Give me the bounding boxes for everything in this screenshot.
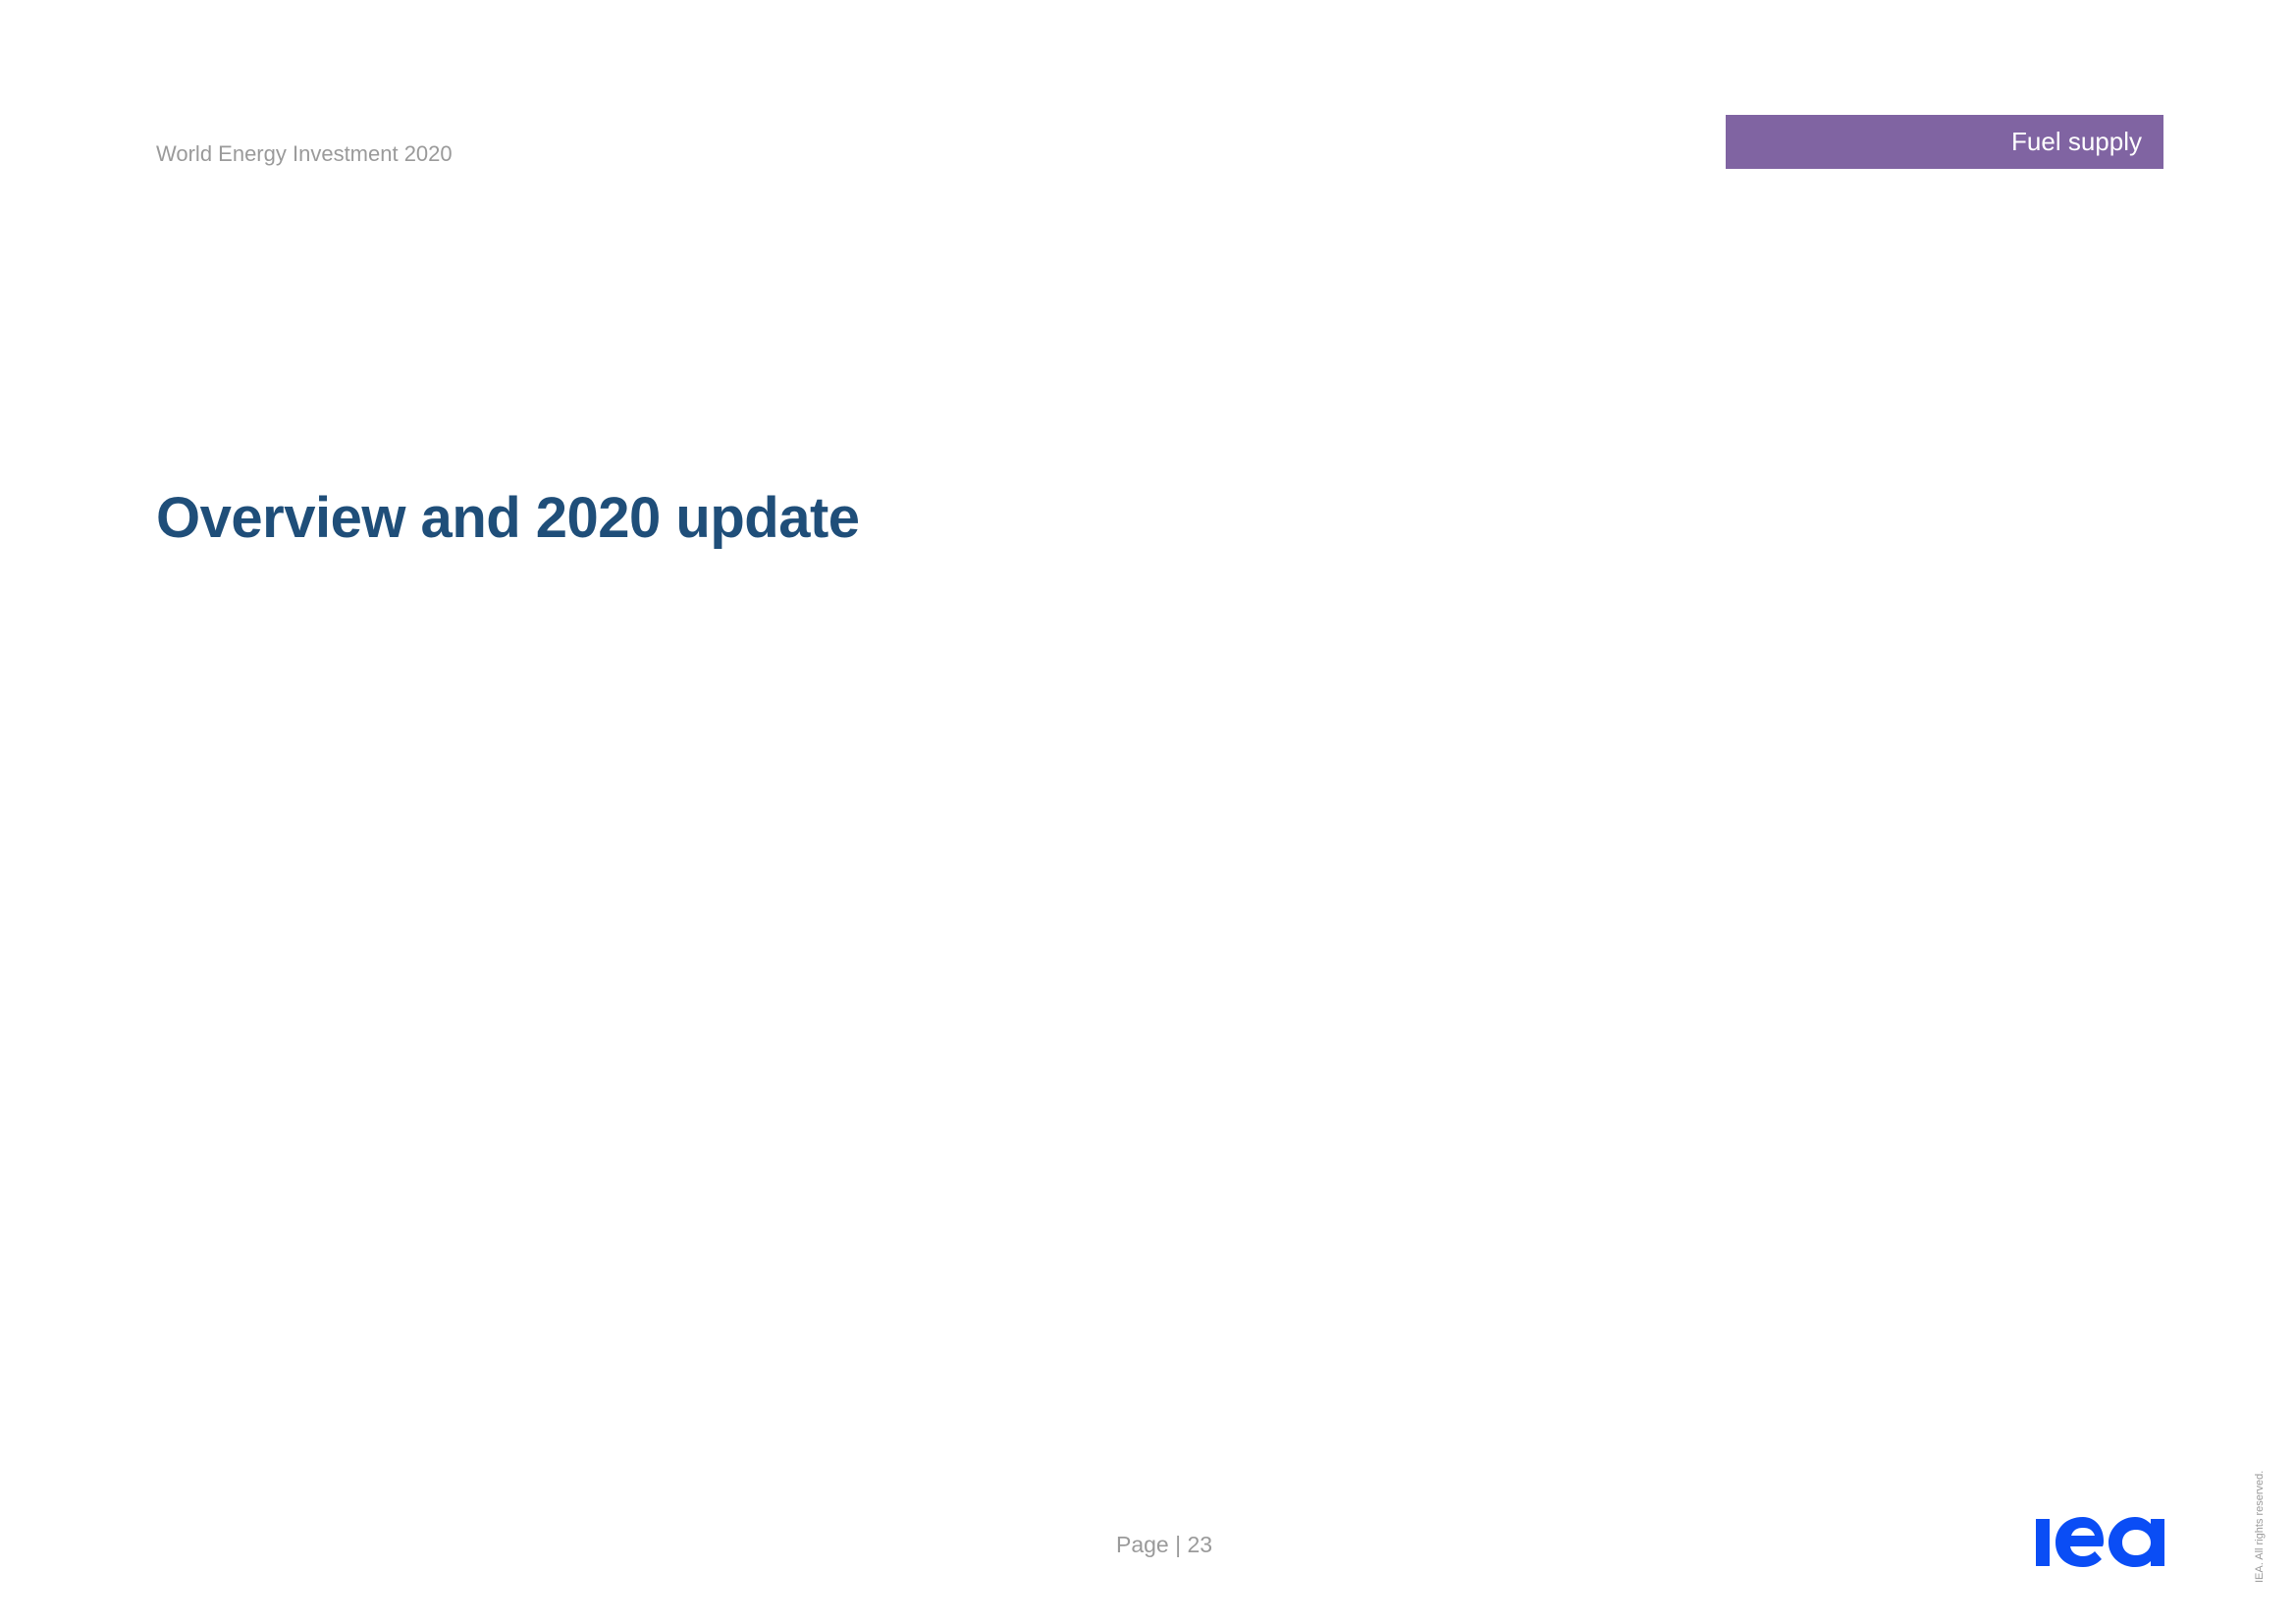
page-number: Page | 23 xyxy=(1116,1532,1213,1557)
iea-logo-icon xyxy=(2036,1517,2164,1567)
section-tab-label: Fuel supply xyxy=(2011,127,2142,156)
report-title: World Energy Investment 2020 xyxy=(156,141,453,166)
copyright-notice: IEA. All rights reserved. xyxy=(2254,1470,2266,1583)
section-tab: Fuel supply xyxy=(1726,115,2163,169)
page-heading: Overview and 2020 update xyxy=(156,486,860,550)
